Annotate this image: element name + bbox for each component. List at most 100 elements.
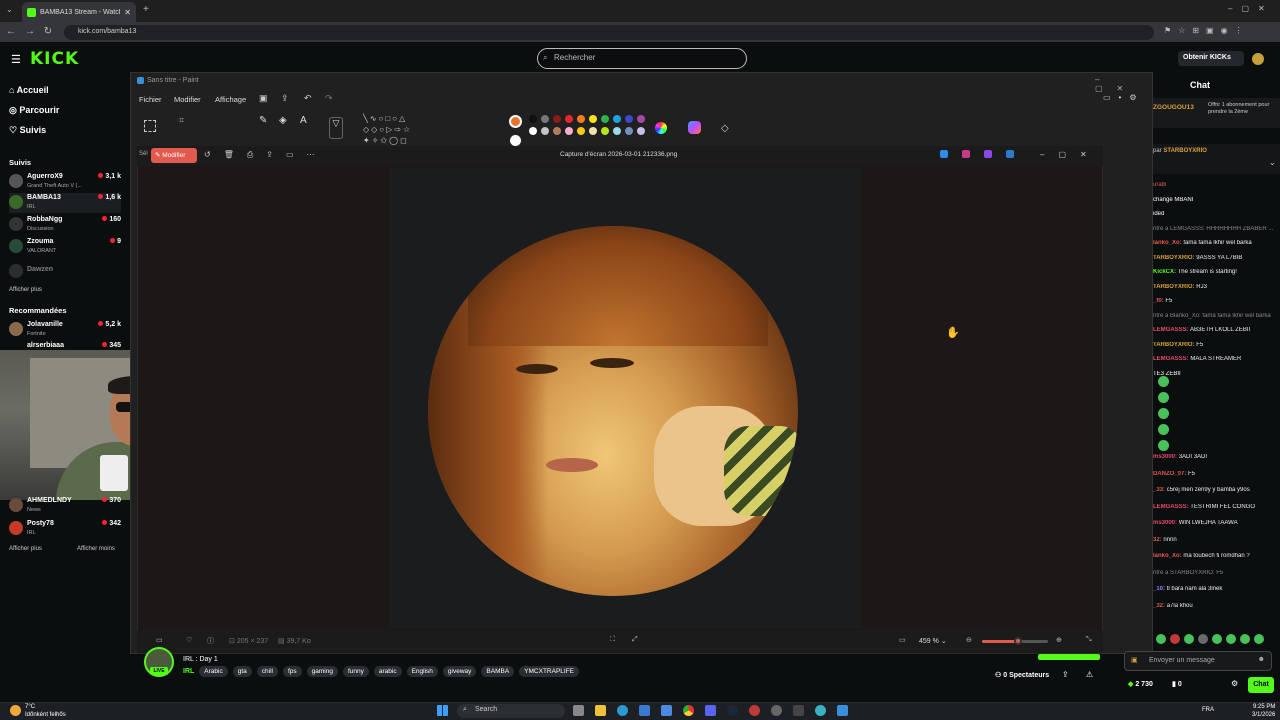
emote-icon[interactable] bbox=[1240, 634, 1250, 644]
chat-username[interactable]: TARBOYXRIO: bbox=[1153, 342, 1195, 348]
chat-username[interactable]: KickCX: bbox=[1153, 269, 1176, 275]
kick-logo[interactable]: KICK bbox=[30, 49, 79, 69]
stream-tag[interactable]: funny bbox=[342, 666, 369, 677]
emote-icon[interactable] bbox=[1212, 634, 1222, 644]
color-swatch[interactable] bbox=[613, 115, 621, 123]
viewer-window-controls[interactable]: –▢✕ bbox=[1040, 150, 1101, 159]
taskbar-search[interactable]: ⌕ Search bbox=[457, 704, 565, 718]
photos-icon[interactable] bbox=[940, 150, 948, 158]
nav-browse[interactable]: ◎ Parcourir bbox=[9, 105, 59, 116]
app-icon[interactable] bbox=[793, 705, 804, 716]
channel-row-offline[interactable]: Dawzen bbox=[9, 262, 121, 282]
color-swatch[interactable] bbox=[577, 115, 585, 123]
zoom-slider[interactable] bbox=[982, 637, 1048, 645]
file-explorer-icon[interactable] bbox=[595, 705, 606, 716]
chat-username[interactable]: lanko_Xo: bbox=[1153, 553, 1182, 559]
window-controls[interactable]: –▢✕ bbox=[1228, 4, 1274, 13]
emote-icon[interactable] bbox=[1198, 634, 1208, 644]
language-indicator[interactable]: FRA bbox=[1202, 707, 1214, 713]
viewer-toolbar-icons[interactable]: ↺🗑⎙⇪▭⋯ bbox=[204, 150, 328, 160]
paint-taskbar-icon[interactable] bbox=[837, 705, 848, 716]
undo-icon[interactable]: ↶ bbox=[304, 93, 312, 104]
emote-icon[interactable] bbox=[1254, 634, 1264, 644]
chat-username[interactable]: _f0: bbox=[1153, 298, 1164, 304]
pencil-icon[interactable]: ✎ bbox=[259, 115, 267, 126]
color-swatch[interactable] bbox=[565, 127, 573, 135]
copilot-icon[interactable] bbox=[688, 121, 701, 134]
viewer-app-icons[interactable] bbox=[940, 150, 1014, 158]
current-color-primary[interactable] bbox=[509, 115, 522, 128]
shapes-gallery-icon[interactable]: ╲∿○□○△ ◇◇○▷⇨☆ ✦✧✩◯◻ bbox=[363, 113, 441, 146]
menu-edit[interactable]: Modifier bbox=[174, 95, 201, 104]
color-swatch[interactable] bbox=[625, 127, 633, 135]
compare-icon[interactable]: ⤢ bbox=[632, 636, 638, 644]
color-swatch[interactable] bbox=[601, 115, 609, 123]
redo-icon[interactable]: ↷ bbox=[325, 93, 333, 104]
app-icon[interactable] bbox=[815, 705, 826, 716]
chat-username[interactable]: LEMGASSS: bbox=[1153, 504, 1189, 510]
emoji-icon[interactable]: ☻ bbox=[1258, 656, 1265, 663]
chat-username[interactable]: ms3000: bbox=[1153, 454, 1177, 460]
edit-colors-icon[interactable] bbox=[655, 122, 667, 134]
search-input[interactable]: ⌕ Rechercher bbox=[537, 48, 747, 69]
chat-input[interactable]: ▣ Envoyer un message ☻ bbox=[1124, 651, 1272, 671]
channel-row[interactable]: Posty78 IRL 342 bbox=[9, 519, 121, 539]
pinned-message[interactable]: par STARBOYXRIO ⌄ bbox=[1153, 144, 1280, 174]
text-tool-icon[interactable]: A bbox=[300, 115, 307, 126]
color-swatch[interactable] bbox=[577, 127, 585, 135]
new-tab-button[interactable]: + bbox=[143, 4, 149, 15]
color-swatch[interactable] bbox=[613, 127, 621, 135]
channel-row[interactable]: AguerroX9 Grand Theft Auto V (... 3,1 k bbox=[9, 172, 121, 192]
color-swatch[interactable] bbox=[553, 127, 561, 135]
nav-home[interactable]: ⌂ Accueil bbox=[9, 85, 49, 95]
report-icon[interactable]: ⚠ bbox=[1086, 670, 1093, 679]
edge-icon[interactable] bbox=[617, 705, 628, 716]
chat-username[interactable]: LEMGASSS: bbox=[1153, 327, 1189, 333]
discord-icon[interactable] bbox=[705, 705, 716, 716]
show-more-link[interactable]: Afficher plus bbox=[9, 287, 42, 293]
start-icon[interactable] bbox=[437, 705, 448, 716]
zoom-in-icon[interactable]: ⊕ bbox=[1056, 636, 1062, 644]
emote-bar[interactable] bbox=[1156, 634, 1264, 644]
chat-username[interactable]: 32: bbox=[1153, 537, 1162, 543]
sub-banner[interactable]: ZGOUGOU13 Offrir 1 abonnement pour prend… bbox=[1153, 98, 1280, 128]
show-more-link[interactable]: Afficher plus bbox=[9, 546, 42, 552]
stream-category[interactable]: IRL bbox=[183, 668, 194, 675]
stream-tag[interactable]: giveway bbox=[442, 666, 477, 677]
chat-username[interactable]: _10: bbox=[1153, 586, 1165, 592]
paint-window-controls[interactable]: –▢✕ bbox=[1095, 75, 1152, 93]
stream-tag[interactable]: BAMBA bbox=[481, 666, 515, 677]
fit-icon[interactable]: ⛶ bbox=[610, 636, 615, 644]
channel-row[interactable]: Zzouma VALORANT 9 bbox=[9, 237, 121, 257]
edit-button[interactable]: ✎ Modifier bbox=[151, 148, 197, 163]
channel-row[interactable]: AHMEDLNDY News 370 bbox=[9, 496, 121, 516]
menu-file[interactable]: Fichier bbox=[139, 95, 162, 104]
channel-row-active[interactable]: BAMBA13 IRL 1,6 k bbox=[9, 193, 121, 213]
tab-list-icon[interactable]: ⌄ bbox=[6, 5, 13, 14]
crop-tool-icon[interactable]: ⌗ bbox=[179, 115, 184, 126]
filmstrip-icon[interactable]: ▭ bbox=[156, 636, 163, 644]
current-color-secondary[interactable] bbox=[510, 135, 521, 146]
share-icon[interactable]: ⇪ bbox=[281, 93, 289, 104]
selection-tool-icon[interactable] bbox=[144, 120, 156, 132]
stream-tag[interactable]: gaming bbox=[306, 666, 338, 677]
color-swatch[interactable] bbox=[553, 115, 561, 123]
stream-tag[interactable]: fps bbox=[282, 666, 302, 677]
color-swatch[interactable] bbox=[601, 127, 609, 135]
color-swatch[interactable] bbox=[565, 115, 573, 123]
save-icon[interactable]: ▣ bbox=[259, 93, 268, 104]
stream-tag[interactable]: gta bbox=[232, 666, 252, 677]
chat-send-button[interactable]: Chat bbox=[1248, 677, 1274, 693]
chrome-icon[interactable] bbox=[683, 705, 694, 716]
clipchamp-icon[interactable] bbox=[962, 150, 970, 158]
stream-tag[interactable]: arabic bbox=[373, 666, 402, 677]
follow-button[interactable] bbox=[1038, 654, 1100, 660]
kicks-balance[interactable]: ◆ 2 730 bbox=[1128, 680, 1153, 688]
color-swatch[interactable] bbox=[637, 127, 645, 135]
emote-icon[interactable] bbox=[1226, 634, 1236, 644]
stream-tag[interactable]: YMCXTRAPLIFE bbox=[519, 666, 580, 677]
stream-tag[interactable]: Arabic bbox=[199, 666, 228, 677]
fill-icon[interactable]: ◈ bbox=[279, 115, 287, 126]
chat-username[interactable]: ms3000: bbox=[1153, 520, 1177, 526]
chat-username[interactable]: LEMGASSS: bbox=[1153, 356, 1189, 362]
